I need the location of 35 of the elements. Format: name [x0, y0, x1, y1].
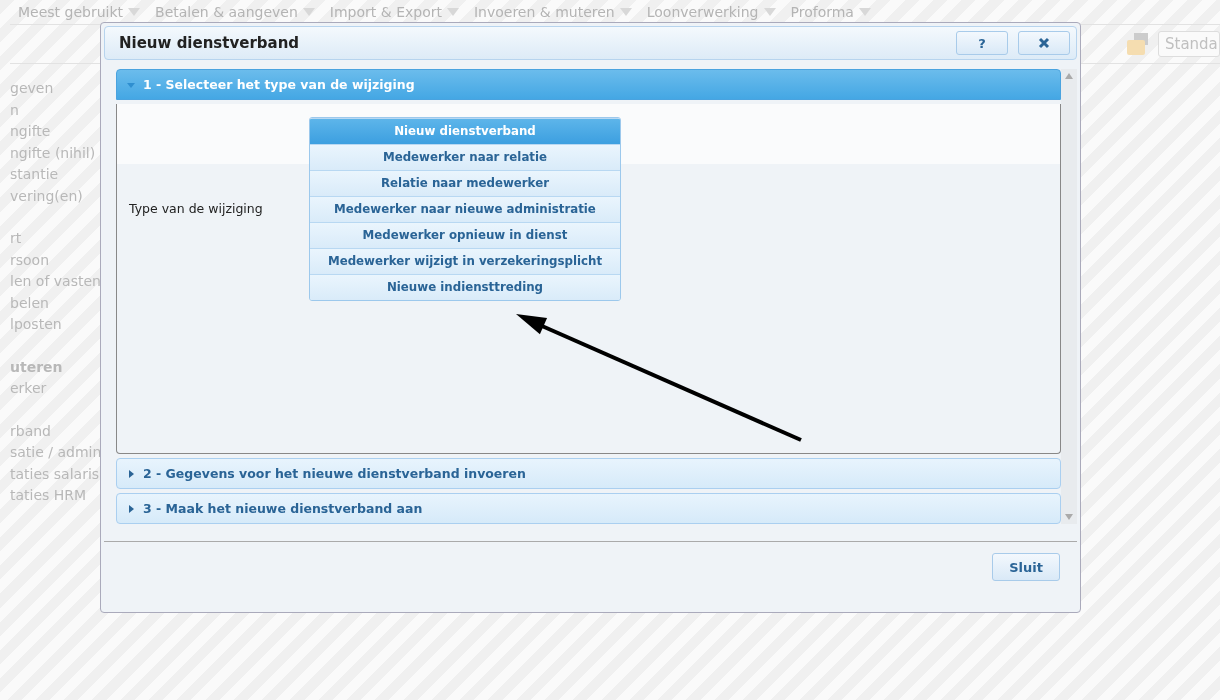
- option-item[interactable]: Medewerker wijzigt in verzekeringsplicht: [310, 247, 620, 274]
- scroll-down-icon[interactable]: [1065, 514, 1073, 520]
- caret-right-icon: [127, 469, 135, 478]
- caret-icon: [762, 7, 777, 17]
- menu-item[interactable]: Meest gebruikt: [18, 4, 142, 20]
- option-item[interactable]: Relatie naar medewerker: [310, 169, 620, 196]
- caret-icon: [127, 7, 142, 17]
- caret-icon: [618, 7, 633, 17]
- help-button[interactable]: ?: [956, 31, 1008, 55]
- menu-item[interactable]: Import & Export: [329, 4, 460, 20]
- menu-item[interactable]: Proforma: [790, 4, 872, 20]
- option-item[interactable]: Medewerker opnieuw in dienst: [310, 221, 620, 248]
- section-header[interactable]: 3 - Maak het nieuwe dienstverband aan: [116, 493, 1061, 524]
- close-button[interactable]: Sluit: [992, 553, 1060, 581]
- caret-down-icon: [127, 80, 135, 89]
- dialog-title: Nieuw dienstverband: [119, 34, 301, 52]
- option-item[interactable]: Medewerker naar nieuwe administratie: [310, 195, 620, 222]
- option-item[interactable]: Nieuw dienstverband: [310, 117, 620, 144]
- option-item[interactable]: Nieuwe indiensttreding: [310, 273, 620, 300]
- caret-right-icon: [127, 504, 135, 513]
- menu-item[interactable]: Invoeren & muteren: [473, 4, 633, 20]
- section-header[interactable]: 2 - Gegevens voor het nieuwe dienstverband invoeren: [116, 458, 1061, 489]
- caret-icon: [857, 7, 872, 17]
- scroll-up-icon[interactable]: [1065, 73, 1073, 79]
- option-item[interactable]: Medewerker naar relatie: [310, 143, 620, 170]
- section-header[interactable]: 1 - Selecteer het type van de wijziging: [116, 69, 1061, 100]
- field-label: Type van de wijziging: [129, 201, 264, 216]
- close-button[interactable]: [1018, 31, 1070, 55]
- input-field[interactable]: Standa: [1158, 31, 1220, 57]
- scrollbar[interactable]: [1061, 69, 1077, 524]
- caret-icon: [445, 7, 460, 17]
- menu-item[interactable]: Loonverwerking: [646, 4, 777, 20]
- caret-icon: [301, 7, 316, 17]
- menu-item[interactable]: Betalen & aangeven: [155, 4, 316, 20]
- close-icon: [1038, 37, 1050, 49]
